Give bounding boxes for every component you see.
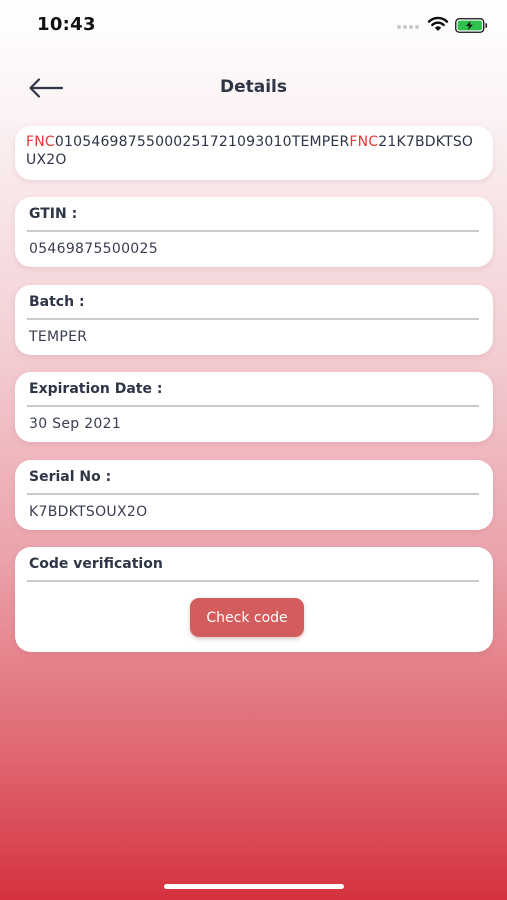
divider — [27, 318, 479, 320]
status-bar: 10:43 — [0, 0, 507, 50]
batch-label: Batch : — [29, 294, 85, 310]
fnc-marker: FNC — [349, 134, 379, 150]
expiration-date-label: Expiration Date : — [29, 381, 163, 397]
raw-code-card: FNC01054698755000251721093010TEMPERFNC21… — [15, 126, 493, 180]
navigation-bar: Details — [0, 66, 507, 110]
expiration-date-value: 30 Sep 2021 — [29, 416, 122, 432]
raw-code-text: FNC01054698755000251721093010TEMPERFNC21… — [26, 133, 482, 169]
page-title: Details — [219, 77, 287, 97]
serial-number-card: Serial No : K7BDKTSOUX2O — [15, 460, 493, 530]
divider — [27, 230, 479, 232]
divider — [27, 580, 479, 582]
serial-number-label: Serial No : — [29, 469, 112, 485]
batch-card: Batch : TEMPER — [15, 285, 493, 355]
check-code-button[interactable]: Check code — [190, 598, 304, 637]
gtin-card: GTIN : 05469875500025 — [15, 197, 493, 267]
wifi-icon — [427, 16, 449, 31]
fnc-marker: FNC — [26, 134, 55, 150]
cellular-signal-icon — [397, 25, 419, 29]
divider — [27, 405, 479, 407]
battery-charging-icon — [455, 18, 487, 33]
code-verification-card: Code verification Check code — [15, 547, 493, 652]
expiration-date-card: Expiration Date : 30 Sep 2021 — [15, 372, 493, 442]
home-indicator[interactable] — [164, 884, 344, 889]
code-verification-label: Code verification — [29, 556, 163, 572]
gtin-label: GTIN : — [29, 206, 78, 222]
gtin-value: 05469875500025 — [29, 241, 158, 257]
serial-number-value: K7BDKTSOUX2O — [29, 504, 148, 520]
code-segment: 01054698755000251721093010TEMPER — [54, 134, 350, 150]
batch-value: TEMPER — [29, 329, 88, 345]
divider — [27, 493, 479, 495]
status-time: 10:43 — [37, 14, 96, 35]
